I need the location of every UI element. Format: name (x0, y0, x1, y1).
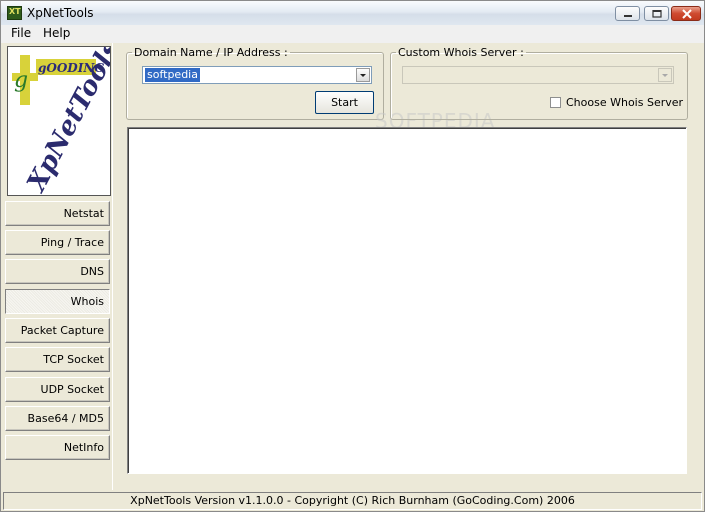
choose-whois-server-label[interactable]: Choose Whois Server (566, 96, 683, 109)
domain-group-legend: Domain Name / IP Address : (134, 46, 288, 59)
nav-whois[interactable]: Whois (5, 289, 110, 314)
nav-base64-md5[interactable]: Base64 / MD5 (5, 406, 110, 431)
whois-server-select[interactable] (402, 66, 674, 84)
status-bar: XpNetTools Version v1.1.0.0 - Copyright … (3, 492, 702, 510)
whois-server-dropdown-button[interactable] (658, 68, 672, 82)
menu-bar: File Help (1, 25, 704, 43)
minimize-icon (624, 15, 632, 17)
window-title: XpNetTools (27, 6, 94, 20)
domain-input-value: softpedia (145, 68, 200, 82)
nav-udp-socket[interactable]: UDP Socket (5, 377, 110, 402)
minimize-button[interactable] (615, 6, 640, 21)
choose-whois-server-checkbox[interactable] (550, 97, 561, 108)
menu-file[interactable]: File (11, 26, 31, 40)
nav-netstat[interactable]: Netstat (5, 201, 110, 226)
nav-packet-capture[interactable]: Packet Capture (5, 318, 110, 343)
whois-panel: Domain Name / IP Address : softpedia SOF… (112, 43, 702, 490)
svg-text:g: g (14, 68, 28, 93)
menu-help[interactable]: Help (43, 26, 70, 40)
logo-graphic: g gOODING XpNetTools (12, 47, 110, 195)
close-button[interactable] (671, 6, 701, 21)
whois-output-area[interactable] (127, 127, 687, 474)
nav-dns[interactable]: DNS (5, 259, 110, 284)
xpnettools-logo: g gOODING XpNetTools (7, 46, 111, 196)
tool-nav-panel: g gOODING XpNetTools Netstat Ping / Trac… (3, 43, 112, 490)
whois-server-legend: Custom Whois Server : (398, 46, 524, 59)
maximize-button[interactable] (644, 6, 669, 21)
maximize-icon (652, 10, 662, 18)
app-window: XT XpNetTools File Help g gOODING XpNetT… (0, 0, 705, 512)
chevron-down-icon (360, 74, 366, 77)
app-icon[interactable]: XT (7, 6, 22, 20)
nav-tcp-socket[interactable]: TCP Socket (5, 347, 110, 372)
nav-netinfo[interactable]: NetInfo (5, 435, 110, 460)
start-button[interactable]: Start (315, 91, 374, 114)
title-bar[interactable]: XT XpNetTools (1, 1, 704, 26)
app-icon-label: XT (9, 7, 21, 16)
domain-input[interactable]: softpedia (142, 66, 372, 84)
nav-ping-trace[interactable]: Ping / Trace (5, 230, 110, 255)
chevron-down-icon (662, 74, 668, 77)
domain-dropdown-button[interactable] (356, 68, 370, 82)
close-icon (682, 9, 692, 19)
